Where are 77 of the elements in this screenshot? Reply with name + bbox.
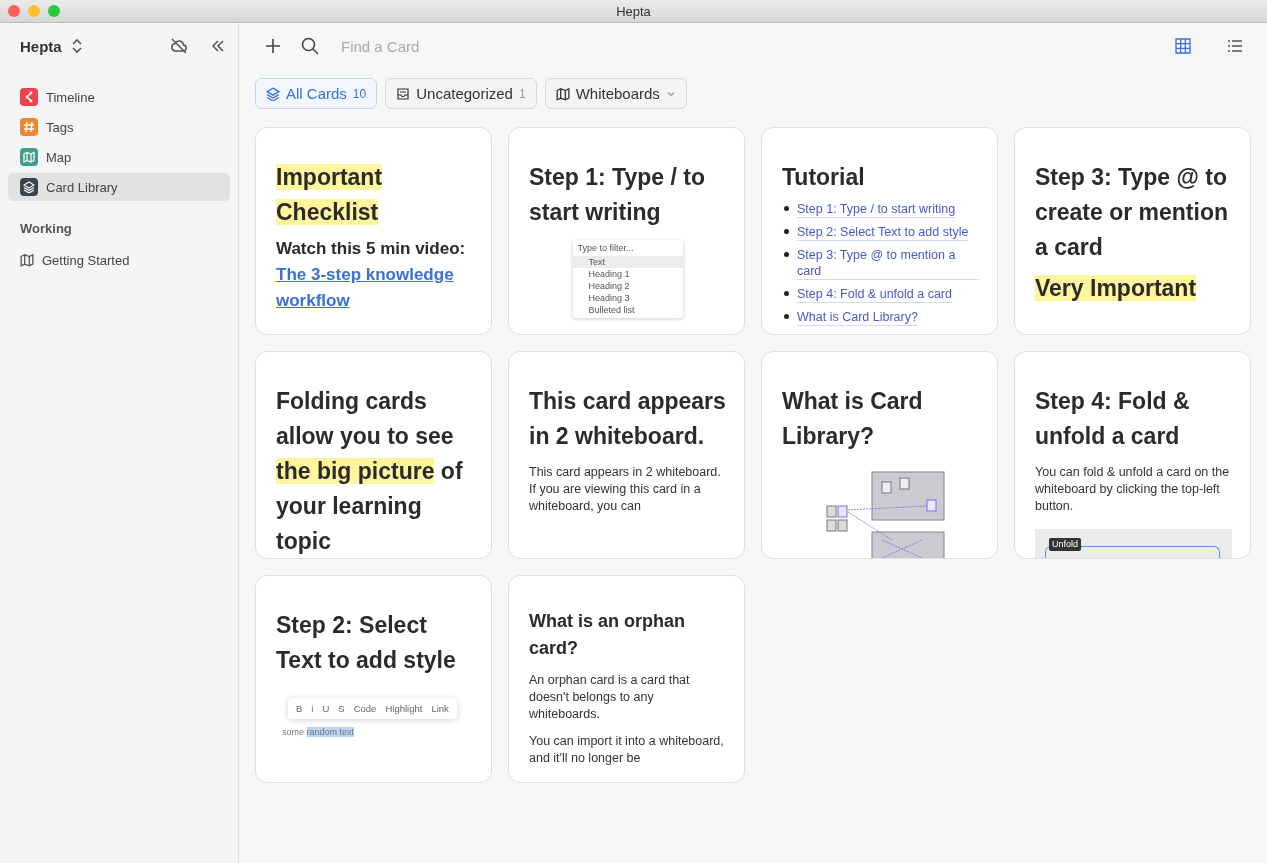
card[interactable]: Important Checklist Watch this 5 min video: The 3-step knowledge workflow: [255, 127, 492, 335]
card-link[interactable]: Step 1: Type / to start writing: [797, 201, 956, 218]
bullet-icon: [784, 206, 789, 211]
unfold-label: Unfold: [1049, 538, 1081, 551]
map-icon: [20, 253, 34, 267]
format-option: S: [338, 703, 345, 714]
format-option: B: [296, 703, 303, 714]
format-option: U: [322, 703, 330, 714]
filter-tab[interactable]: Uncategorized 1: [385, 78, 537, 109]
format-option: Link: [431, 703, 449, 714]
sidebar-item[interactable]: Timeline: [8, 83, 230, 111]
card-link[interactable]: Step 3: Type @ to mention a card: [797, 247, 979, 280]
inbox-icon: [396, 86, 411, 101]
section-title: Working: [19, 220, 73, 238]
search-field[interactable]: Find a Card: [339, 36, 563, 56]
filter-tab[interactable]: Whiteboards: [544, 78, 687, 109]
sidebar-item[interactable]: Getting Started: [8, 246, 230, 274]
filter-hint: Type to filter...: [576, 242, 635, 255]
card-title: Tutorial: [782, 163, 866, 192]
menu-item: Heading 1: [587, 268, 631, 280]
format-option: i: [311, 703, 314, 714]
grid-view-icon[interactable]: [1175, 38, 1191, 54]
card[interactable]: What is an orphan card? An orphan card is a card that doesn't belongs to any whiteboards. You can import it into a whiteboard, and it'll no longer be: [508, 575, 745, 783]
card-title: This card appears in 2 whiteboard.: [529, 387, 726, 451]
menu-item: Text: [572, 256, 683, 268]
card-title: Important Checklist: [276, 163, 384, 227]
bullet-icon: [784, 229, 789, 234]
workspace-switcher[interactable]: Hepta: [20, 37, 82, 55]
filter-tab[interactable]: All Cards 10: [255, 78, 378, 109]
card-title: What is Card Library?: [782, 387, 924, 451]
bullet-icon: [784, 291, 789, 296]
card-text: An orphan card is a card that doesn't belongs to any whiteboards.: [529, 672, 691, 723]
video-link[interactable]: The 3-step knowledge workflow: [276, 262, 473, 314]
bullet-icon: [784, 252, 789, 257]
selected-text: random text: [306, 727, 355, 737]
card-title: What is an orphan card?: [529, 610, 686, 660]
card-text: You can import it into a whiteboard, and it'll no longer be: [529, 733, 725, 767]
sidebar-item[interactable]: Map: [8, 143, 230, 171]
add-icon[interactable]: [265, 38, 281, 54]
sidebar-item[interactable]: Card Library: [8, 173, 230, 201]
chevron-up-down-icon: [71, 38, 82, 54]
card-text: You can fold & unfold a card on the whiteboard by clicking the top-left button.: [1035, 464, 1231, 515]
sample-text: some: [282, 727, 304, 737]
map-icon: [555, 86, 570, 101]
card-title: Step 3: Type @ to create or mention a card: [1035, 163, 1229, 262]
close-button[interactable]: [8, 5, 20, 17]
menu-item: Heading 2: [587, 280, 631, 292]
collapse-sidebar-icon[interactable]: [210, 38, 226, 54]
card[interactable]: Step 1: Type / to start writing Type to filter... Text Heading 1 Heading 2 Heading 3 Bulleted list: [508, 127, 745, 335]
sidebar-item[interactable]: Tags: [8, 113, 230, 141]
video-caption: Watch this 5 min video:: [276, 238, 467, 260]
card[interactable]: What is Card Library?: [761, 351, 998, 559]
bullet-icon: [784, 314, 789, 319]
layers-icon: [266, 86, 280, 101]
cloud-off-icon[interactable]: [170, 37, 188, 55]
card-title: Folding cards allow you to see the big picture of your learning topic: [276, 387, 464, 556]
card-title: Step 2: Select Text to add style: [276, 611, 457, 675]
card[interactable]: This card appears in 2 whiteboard. This card appears in 2 whiteboard. If you are viewing this card in a whiteboard, you can: [508, 351, 745, 559]
search-icon[interactable]: [301, 37, 319, 55]
format-option: Code: [353, 703, 377, 714]
card-link[interactable]: Step 4: Fold & unfold a card: [797, 286, 952, 303]
card-link[interactable]: What is Card Library?: [797, 309, 918, 326]
menu-item: Bulleted list: [587, 304, 636, 316]
card[interactable]: Step 2: Select Text to add style B i U S Code Highlight Link some random text: [255, 575, 492, 783]
card[interactable]: Step 4: Fold & unfold a card You can fold & unfold a card on the whiteboard by clicking the top-left button. Unfold: [1014, 351, 1251, 559]
card-text: This card appears in 2 whiteboard. If you are viewing this card in a whiteboard, you can: [529, 464, 722, 515]
card-title: Very Important: [1035, 274, 1198, 303]
card[interactable]: Step 3: Type @ to create or mention a card Very Important: [1014, 127, 1251, 335]
list-view-icon[interactable]: [1227, 38, 1243, 54]
card-title: Step 1: Type / to start writing: [529, 163, 706, 227]
card[interactable]: Tutorial Step 1: Type / to start writing Step 2: Select Text to add style Step 3: Type @ to mention a card Step 4: Fold & unfold a card What is Card Library?: [761, 127, 998, 335]
card-title: Step 4: Fold & unfold a card: [1035, 387, 1191, 451]
card[interactable]: Folding cards allow you to see the big picture of your learning topic: [255, 351, 492, 559]
menu-item: Heading 3: [587, 292, 631, 304]
format-option: Highlight: [385, 703, 423, 714]
card-link[interactable]: Step 2: Select Text to add style: [797, 224, 969, 241]
window-title: Hepta: [616, 3, 651, 19]
